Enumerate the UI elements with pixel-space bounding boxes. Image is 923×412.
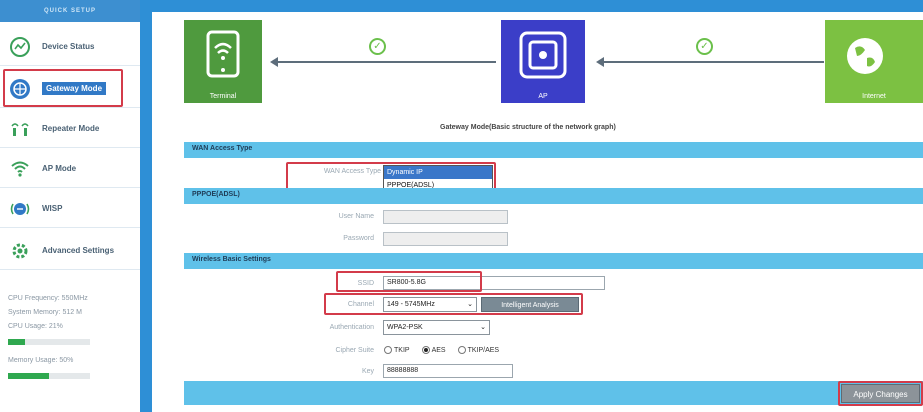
authentication-label: Authentication (329, 324, 374, 331)
chevron-down-icon: ⌄ (467, 301, 473, 308)
sidebar-item-label: WISP (42, 204, 63, 213)
sidebar-item-gateway-mode[interactable]: Gateway Mode (0, 70, 140, 108)
pppoe-section-title: PPPOE(ADSL) (192, 191, 240, 198)
radio-button[interactable] (421, 346, 430, 354)
radio-label: TKIP (394, 346, 410, 354)
wan-option-dynamic-ip[interactable]: Dynamic IP (384, 166, 492, 179)
footer-bar (184, 381, 923, 405)
internet-label: Internet (862, 93, 886, 100)
radio-button[interactable] (384, 346, 392, 354)
sidebar-item-ap-mode[interactable]: AP Mode (0, 150, 140, 188)
arrow-ap-to-terminal (270, 57, 496, 67)
password-label: Password (343, 235, 374, 242)
wireless-section-bar: Wireless Basic Settings (184, 253, 923, 269)
wan-section-title: WAN Access Type (192, 145, 253, 152)
cipher-suite-radios: TKIP AES TKIP/AES (384, 346, 499, 354)
internet-node: Internet (825, 20, 923, 103)
memory-usage-fill (8, 373, 49, 379)
terminal-node: Terminal (184, 20, 262, 103)
radio-label: TKIP/AES (467, 346, 500, 354)
check-circle-icon: ✓ (369, 38, 386, 55)
key-label: Key (361, 368, 374, 375)
username-label: User Name (338, 213, 374, 220)
password-input[interactable] (383, 232, 508, 246)
apply-changes-button[interactable]: Apply Changes (841, 384, 920, 403)
authentication-value: WPA2-PSK (387, 324, 423, 331)
wifi-icon (8, 157, 32, 181)
radio-label: AES (431, 346, 446, 354)
cpu-frequency: CPU Frequency: 550MHz (8, 295, 88, 302)
sidebar-item-label: AP Mode (42, 164, 77, 173)
gear-icon (8, 239, 32, 263)
radio-tkip[interactable]: TKIP (384, 346, 410, 354)
speedometer-icon (8, 35, 32, 59)
pppoe-section-bar: PPPOE(ADSL) (184, 188, 923, 204)
channel-value: 149 - 5745MHz (387, 301, 435, 308)
sidebar-header: QUICK SETUP (0, 0, 140, 22)
sidebar-item-label: Repeater Mode (42, 124, 100, 133)
sidebar-item-label: Gateway Mode (42, 82, 107, 95)
wireless-section-title: Wireless Basic Settings (192, 256, 271, 263)
intelligent-analysis-button[interactable]: Intelligent Analysis (481, 297, 579, 312)
sidebar-item-repeater-mode[interactable]: Repeater Mode (0, 110, 140, 148)
cpu-usage: CPU Usage: 21% (8, 323, 63, 330)
terminal-label: Terminal (209, 93, 237, 100)
ap-label: AP (538, 93, 548, 100)
repeater-icon (8, 117, 32, 141)
globe-icon (845, 36, 885, 78)
check-circle-icon: ✓ (696, 38, 713, 55)
radio-tkip-aes[interactable]: TKIP/AES (457, 346, 500, 354)
username-input[interactable] (383, 210, 508, 224)
memory-usage: Memory Usage: 50% (8, 357, 74, 364)
wisp-icon (8, 197, 32, 221)
chevron-down-icon: ⌄ (480, 324, 486, 331)
channel-select[interactable]: 149 - 5745MHz ⌄ (383, 297, 477, 312)
sidebar-item-device-status[interactable]: Device Status (0, 28, 140, 66)
access-point-icon (518, 30, 568, 82)
arrow-internet-to-ap (596, 57, 824, 67)
channel-label: Channel (347, 301, 374, 308)
radio-button[interactable] (457, 346, 466, 354)
wan-access-type-label: WAN Access Type (323, 168, 381, 175)
authentication-select[interactable]: WPA2-PSK ⌄ (383, 320, 490, 335)
key-input[interactable]: 88888888 (383, 364, 513, 378)
ssid-label: SSID (357, 280, 374, 287)
sidebar-item-label: Advanced Settings (42, 246, 115, 255)
cpu-usage-fill (8, 339, 26, 345)
sidebar-item-label: Device Status (42, 42, 95, 51)
radio-aes[interactable]: AES (421, 346, 446, 354)
system-stats: CPU Frequency: 550MHz System Memory: 512… (8, 292, 133, 388)
wan-section-bar: WAN Access Type (184, 142, 923, 158)
sidebar-item-wisp[interactable]: WISP (0, 190, 140, 228)
system-memory: System Memory: 512 M (8, 309, 82, 316)
graph-title: Gateway Mode(Basic structure of the netw… (440, 124, 616, 131)
cipher-suite-label: Cipher Suite (335, 347, 374, 354)
memory-usage-bar (8, 373, 90, 379)
ssid-input[interactable]: SR800-5.8G (383, 276, 605, 290)
ap-node: AP (501, 20, 585, 103)
sidebar: QUICK SETUP Device Status Gateway Mode R… (0, 0, 140, 412)
sidebar-item-advanced-settings[interactable]: Advanced Settings (0, 232, 140, 270)
cpu-usage-bar (8, 339, 90, 345)
terminal-icon (206, 30, 240, 80)
globe-icon (8, 77, 32, 101)
